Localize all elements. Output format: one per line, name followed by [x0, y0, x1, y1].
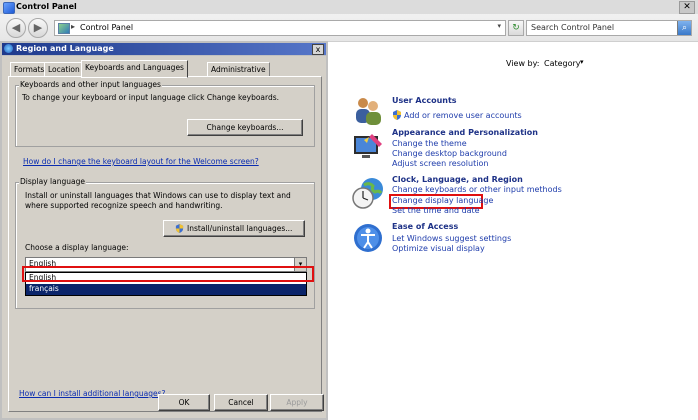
install-uninstall-label: Install/uninstall languages...	[187, 224, 293, 233]
search-icon[interactable]: ⌕	[677, 21, 691, 35]
tab-page: Keyboards and other input languages To c…	[8, 76, 322, 412]
globe-icon	[4, 44, 13, 53]
category-title-clock-language-region[interactable]: Clock, Language, and Region	[392, 175, 523, 184]
apply-button[interactable]: Apply	[270, 394, 324, 411]
tab-location[interactable]: Location	[44, 62, 84, 76]
link-change-theme[interactable]: Change the theme	[392, 139, 467, 148]
choose-display-language-label: Choose a display language:	[25, 243, 129, 252]
dialog-close-button[interactable]: x	[312, 44, 324, 55]
link-change-keyboards[interactable]: Change keyboards or other input methods	[392, 185, 562, 194]
tab-formats[interactable]: Formats	[10, 62, 49, 76]
window-close-button[interactable]: ✕	[679, 1, 695, 14]
control-panel-title-bar: Control Panel ✕	[0, 0, 698, 15]
region-language-dialog: Region and Language x Formats Location K…	[0, 41, 328, 420]
link-set-time-date[interactable]: Set the time and date	[392, 206, 480, 215]
category-title-appearance[interactable]: Appearance and Personalization	[392, 128, 538, 137]
keyboards-group-label: Keyboards and other input languages	[19, 80, 162, 89]
breadcrumb-separator-icon[interactable]: ▸	[71, 22, 75, 31]
view-by-label: View by:	[506, 59, 540, 68]
search-input[interactable]: Search Control Panel ⌕	[526, 20, 692, 36]
link-adjust-screen-resolution[interactable]: Adjust screen resolution	[392, 159, 488, 168]
view-by-arrow-icon[interactable]: ▾	[580, 58, 584, 66]
display-language-description: Install or uninstall languages that Wind…	[25, 191, 291, 210]
search-placeholder: Search Control Panel	[531, 23, 615, 32]
view-by-dropdown[interactable]: Category	[544, 59, 581, 68]
link-add-remove-user-accounts[interactable]: Add or remove user accounts	[404, 111, 522, 120]
cancel-button[interactable]: Cancel	[214, 394, 268, 411]
back-button[interactable]: ◀	[6, 18, 26, 38]
ease-of-access-icon[interactable]	[352, 222, 384, 254]
category-title-ease-of-access[interactable]: Ease of Access	[392, 222, 458, 231]
breadcrumb-control-panel[interactable]: Control Panel	[80, 23, 133, 32]
uac-shield-icon	[175, 224, 184, 233]
language-option-francais[interactable]: français	[26, 284, 306, 295]
link-change-desktop-background[interactable]: Change desktop background	[392, 149, 507, 158]
dialog-title: Region and Language	[16, 44, 114, 53]
address-box[interactable]: ▸ Control Panel ▾	[54, 20, 506, 36]
change-keyboards-button[interactable]: Change keyboards...	[187, 119, 303, 136]
control-panel-window-icon	[3, 2, 15, 14]
link-optimize-visual-display[interactable]: Optimize visual display	[392, 244, 485, 253]
welcome-screen-help-link[interactable]: How do I change the keyboard layout for …	[23, 157, 259, 166]
appearance-icon[interactable]	[352, 130, 384, 162]
install-uninstall-languages-button[interactable]: Install/uninstall languages...	[163, 220, 305, 237]
window-title: Control Panel	[16, 2, 77, 11]
category-title-user-accounts[interactable]: User Accounts	[392, 96, 457, 105]
display-language-group-label: Display language	[19, 177, 86, 186]
dialog-body: Formats Location Keyboards and Languages…	[2, 56, 326, 418]
install-additional-languages-link[interactable]: How can I install additional languages?	[19, 389, 165, 398]
tab-administrative[interactable]: Administrative	[207, 62, 270, 76]
ok-button[interactable]: OK	[158, 394, 210, 411]
clock-globe-icon[interactable]	[351, 176, 383, 209]
tab-keyboards-and-languages[interactable]: Keyboards and Languages	[81, 60, 188, 78]
link-change-display-language[interactable]: Change display language	[392, 196, 493, 205]
control-panel-content	[330, 42, 698, 420]
forward-button[interactable]: ▶	[28, 18, 48, 38]
users-icon[interactable]	[352, 95, 384, 127]
dialog-title-bar: Region and Language x	[2, 43, 326, 55]
shield-icon	[392, 110, 402, 120]
address-dropdown-icon[interactable]: ▾	[497, 22, 501, 30]
control-panel-icon	[58, 23, 70, 34]
refresh-button[interactable]: ↻	[508, 20, 524, 36]
address-toolbar: ◀ ▶ ▸ Control Panel ▾ ↻ Search Control P…	[0, 14, 698, 42]
keyboards-description: To change your keyboard or input languag…	[22, 93, 280, 102]
highlight-box	[22, 266, 314, 282]
link-let-windows-suggest[interactable]: Let Windows suggest settings	[392, 234, 511, 243]
